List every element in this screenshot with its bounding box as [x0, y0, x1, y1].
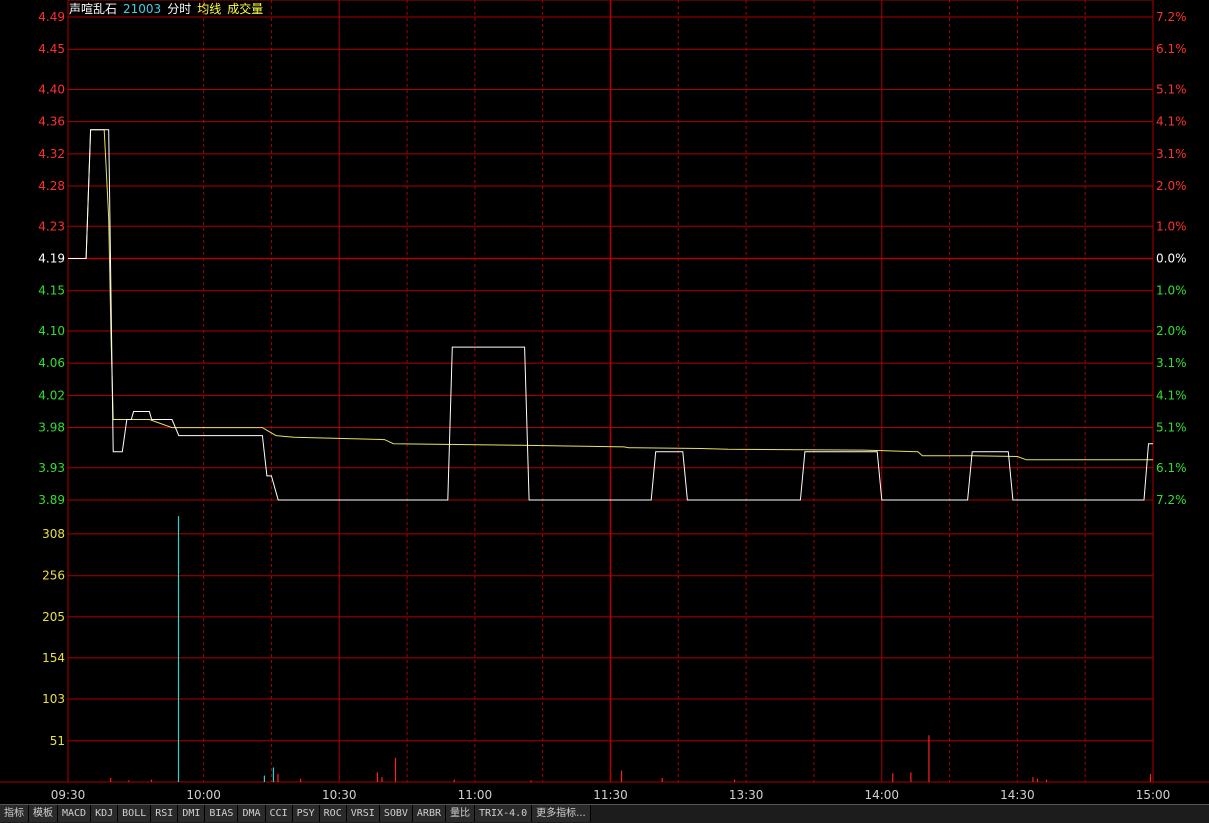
- price-tick-label: 4.36: [38, 115, 65, 129]
- percent-tick-label: 3.1%: [1156, 147, 1187, 161]
- volume-tick-label: 103: [42, 692, 65, 706]
- volume-tick-label: 308: [42, 527, 65, 541]
- time-tick-label: 10:30: [322, 788, 357, 802]
- price-tick-label: 4.28: [38, 179, 65, 193]
- time-tick-label: 13:30: [729, 788, 764, 802]
- percent-tick-label: 0.0%: [1156, 252, 1187, 266]
- percent-axis-right: 7.2% 6.1% 5.1% 4.1% 3.1% 2.0% 1.0% 0.0% 1.0% 2.0%…: [1156, 10, 1187, 507]
- tab-volume-ratio[interactable]: 量比: [446, 805, 475, 822]
- chart-header: 声喧乱石 21003 分时 均线 成交量: [69, 2, 269, 16]
- time-tick-label: 10:00: [186, 788, 221, 802]
- price-tick-label: 4.23: [38, 219, 65, 233]
- time-tick-label: 15:00: [1136, 788, 1171, 802]
- label-average: 均线: [197, 2, 222, 16]
- price-axis-left: 4.49 4.45 4.40 4.36 4.32 4.28 4.23 4.19 4.15 4.10…: [38, 10, 65, 507]
- tab-bias[interactable]: BIAS: [205, 805, 239, 822]
- percent-tick-label: 4.1%: [1156, 115, 1187, 129]
- tab-rsi[interactable]: RSI: [151, 805, 179, 822]
- time-axis: 09:30 10:00 10:30 11:00 11:30 13:30 14:00 14:30…: [51, 788, 1171, 802]
- price-tick-label: 4.49: [38, 10, 65, 24]
- tab-more-indicators[interactable]: 更多指标...: [532, 805, 591, 822]
- tab-roc[interactable]: ROC: [319, 805, 347, 822]
- price-tick-label: 4.02: [38, 388, 65, 402]
- volume-tick-label: 205: [42, 610, 65, 624]
- price-tick-label: 4.45: [38, 42, 65, 56]
- tab-macd[interactable]: MACD: [58, 805, 92, 822]
- price-tick-label: 4.10: [38, 324, 65, 338]
- volume-tick-label: 154: [42, 651, 65, 665]
- tab-psy[interactable]: PSY: [292, 805, 320, 822]
- chart-grid: [0, 0, 1209, 783]
- time-tick-label: 11:30: [593, 788, 628, 802]
- label-volume: 成交量: [227, 2, 264, 16]
- price-tick-label: 3.89: [38, 493, 65, 507]
- price-tick-label: 4.32: [38, 147, 65, 161]
- percent-tick-label: 6.1%: [1156, 42, 1187, 56]
- time-tick-label: 14:30: [1000, 788, 1035, 802]
- volume-axis: 308 256 205 154 103 51: [42, 527, 65, 748]
- time-tick-label: 09:30: [51, 788, 86, 802]
- tab-dma[interactable]: DMA: [238, 805, 266, 822]
- price-tick-label: 4.40: [38, 82, 65, 96]
- percent-tick-label: 2.0%: [1156, 179, 1187, 193]
- percent-tick-label: 1.0%: [1156, 284, 1187, 298]
- tab-sobv[interactable]: SOBV: [379, 805, 413, 822]
- time-tick-label: 11:00: [458, 788, 493, 802]
- price-tick-label: 3.93: [38, 461, 65, 475]
- percent-tick-label: 5.1%: [1156, 82, 1187, 96]
- percent-tick-label: 6.1%: [1156, 461, 1187, 475]
- tab-trix[interactable]: TRIX-4.0: [475, 805, 533, 822]
- tab-cci[interactable]: CCI: [265, 805, 293, 822]
- tab-boll[interactable]: BOLL: [118, 805, 152, 822]
- indicator-tab-bar: 指标 模板 MACD KDJ BOLL RSI DMI BIAS DMA CCI…: [0, 804, 1209, 823]
- volume-bars: [110, 516, 1152, 782]
- tab-indicator[interactable]: 指标: [0, 805, 29, 822]
- label-minute: 分时: [167, 2, 192, 16]
- price-tick-label: 4.19: [38, 252, 65, 266]
- time-tick-label: 14:00: [864, 788, 899, 802]
- tab-dmi[interactable]: DMI: [178, 805, 206, 822]
- tab-kdj[interactable]: KDJ: [91, 805, 119, 822]
- stock-code: 21003: [123, 2, 162, 16]
- volume-tick-label: 256: [42, 569, 65, 583]
- stock-name: 声喧乱石: [69, 2, 118, 16]
- tab-template[interactable]: 模板: [29, 805, 58, 822]
- percent-tick-label: 7.2%: [1156, 10, 1187, 24]
- percent-tick-label: 4.1%: [1156, 388, 1187, 402]
- volume-tick-label: 51: [50, 734, 65, 748]
- price-tick-label: 4.06: [38, 356, 65, 370]
- percent-tick-label: 5.1%: [1156, 421, 1187, 435]
- tab-arbr[interactable]: ARBR: [412, 805, 446, 822]
- price-tick-label: 4.15: [38, 284, 65, 298]
- tab-vrsi[interactable]: VRSI: [346, 805, 380, 822]
- percent-tick-label: 1.0%: [1156, 219, 1187, 233]
- percent-tick-label: 7.2%: [1156, 493, 1187, 507]
- percent-tick-label: 2.0%: [1156, 324, 1187, 338]
- price-tick-label: 3.98: [38, 421, 65, 435]
- percent-tick-label: 3.1%: [1156, 356, 1187, 370]
- intraday-chart[interactable]: 4.49 4.45 4.40 4.36 4.32 4.28 4.23 4.19 4.15 4.10…: [0, 0, 1209, 822]
